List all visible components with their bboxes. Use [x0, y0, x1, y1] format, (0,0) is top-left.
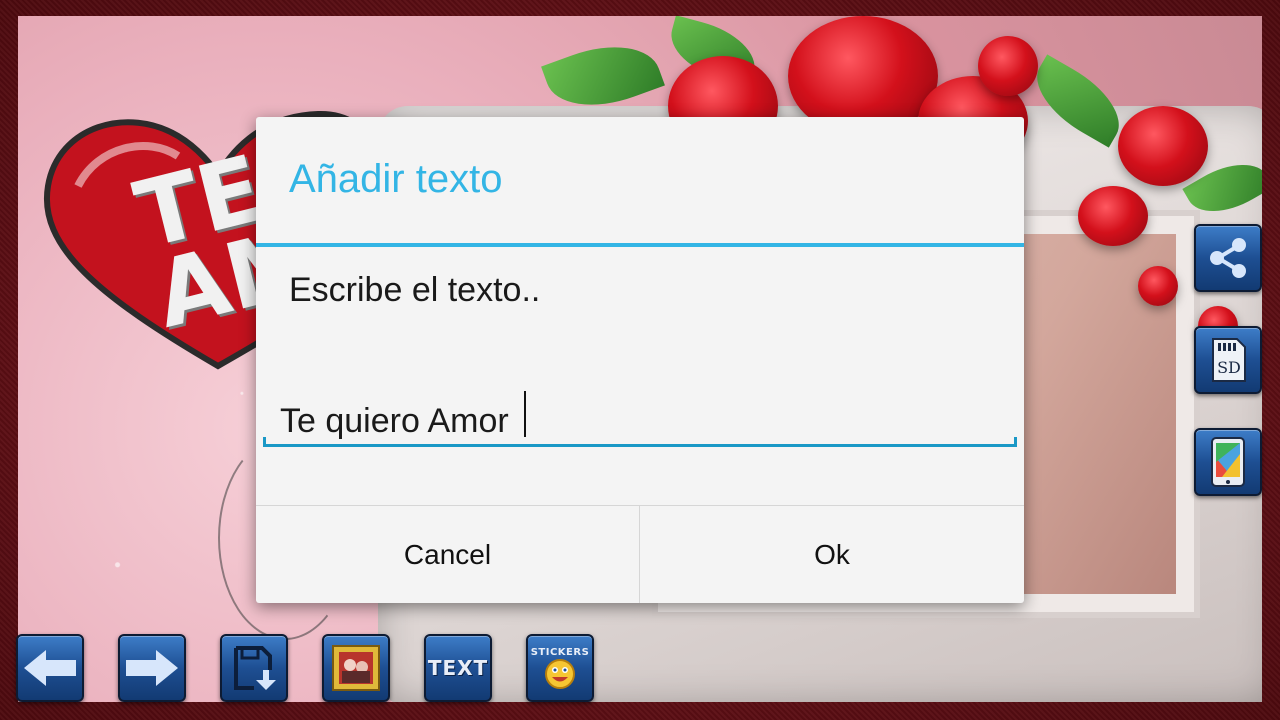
arrow-left-icon: [24, 650, 76, 686]
text-input-underline: [263, 444, 1017, 447]
text-input-field[interactable]: [264, 387, 1016, 447]
set-wallpaper-button[interactable]: [1194, 428, 1262, 496]
set-wallpaper-icon: [1211, 437, 1245, 487]
title-divider: [256, 243, 1024, 247]
share-icon: [1210, 238, 1246, 278]
add-text-button[interactable]: TEXT: [424, 634, 492, 702]
sd-card-icon: SD: [1212, 338, 1246, 382]
stickers-button[interactable]: STICKERS: [526, 634, 594, 702]
arrow-right-icon: [126, 650, 178, 686]
smiley-icon: [544, 658, 575, 689]
save-to-sd-button[interactable]: SD: [1194, 326, 1262, 394]
save-button[interactable]: [220, 634, 288, 702]
text-input-underline-edge: [1014, 437, 1017, 447]
stickers-icon: STICKERS: [531, 647, 590, 690]
text-caret: [524, 391, 526, 437]
text-icon: TEXT: [427, 656, 489, 680]
frames-button[interactable]: [322, 634, 390, 702]
save-icon: [234, 646, 276, 690]
ok-button[interactable]: Ok: [640, 506, 1024, 603]
dialog-title: Añadir texto: [289, 157, 503, 201]
dialog-message: Escribe el texto..: [289, 271, 541, 309]
share-button[interactable]: [1194, 224, 1262, 292]
frame-gallery-icon: [332, 645, 380, 691]
sd-label: SD: [1217, 358, 1241, 377]
undo-button[interactable]: [16, 634, 84, 702]
add-text-dialog: Añadir texto Escribe el texto.. Cancel O…: [256, 117, 1024, 603]
cancel-button[interactable]: Cancel: [256, 506, 639, 603]
redo-button[interactable]: [118, 634, 186, 702]
stickers-label: STICKERS: [530, 646, 590, 658]
text-input-underline-edge: [263, 437, 266, 447]
